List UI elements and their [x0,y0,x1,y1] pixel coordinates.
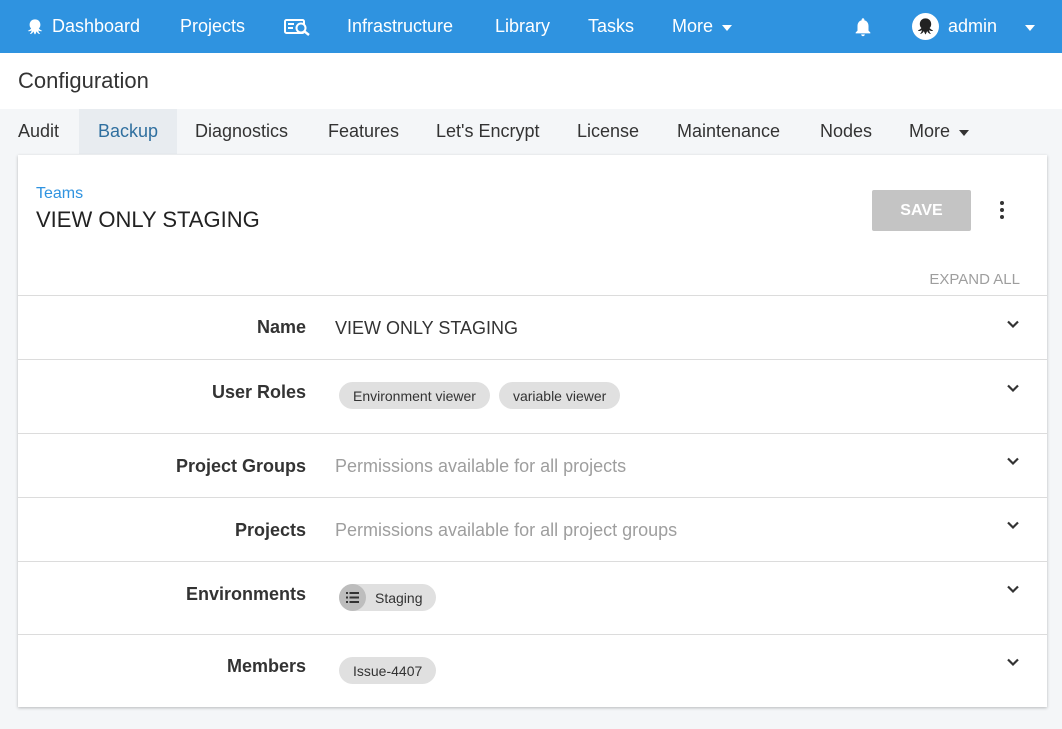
overflow-menu-icon[interactable] [992,197,1012,223]
tab-audit[interactable]: Audit [18,109,59,154]
nav-search-report[interactable] [284,0,311,53]
tab-lets-encrypt-label: Let's Encrypt [436,121,540,141]
chevron-down-icon [1025,24,1035,31]
tab-audit-label: Audit [18,121,60,141]
environment-chip: Staging [339,584,437,611]
team-card: Teams VIEW ONLY STAGING SAVE EXPAND ALL … [18,155,1047,707]
tab-license-label: License [577,121,640,141]
tab-lets-encrypt[interactable]: Let's Encrypt [436,109,539,154]
tab-features-label: Features [328,121,400,141]
user-name: admin [948,16,998,36]
chevron-down-icon[interactable] [1006,454,1020,468]
team-title: VIEW ONLY STAGING [36,207,260,232]
row-project-groups[interactable]: Project Groups Permissions available for… [18,433,1047,497]
tab-more[interactable]: More [909,109,970,154]
nav-projects-label: Projects [180,16,246,36]
row-user-roles-label: User Roles [211,382,306,402]
tab-license[interactable]: License [577,109,639,154]
user-menu-toggle[interactable] [1025,0,1035,53]
row-environments[interactable]: Environments Staging [18,561,1047,634]
notifications-button[interactable] [852,0,874,53]
caret-down-icon [722,24,733,31]
member-chip: Issue-4407 [339,657,437,684]
row-projects-label: Projects [234,520,306,540]
list-icon [339,584,366,611]
bell-icon [855,17,871,36]
expand-all-button[interactable]: EXPAND ALL [918,271,1020,288]
top-navigation-bar: Dashboard Projects Infrastructure Librar… [0,0,1062,53]
row-environments-chips: Staging [339,584,445,611]
tab-nodes[interactable]: Nodes [820,109,872,154]
page-title: Configuration [18,68,149,93]
tab-diagnostics[interactable]: Diagnostics [195,109,288,154]
row-projects-value: Permissions available for all project gr… [335,520,678,540]
row-name-label: Name [256,317,306,337]
chevron-down-icon[interactable] [1006,518,1020,532]
row-project-groups-value: Permissions available for all projects [335,456,627,476]
nav-dashboard[interactable]: Dashboard [26,0,140,53]
nav-tasks[interactable]: Tasks [588,0,634,53]
chevron-down-icon[interactable] [1006,582,1020,596]
nav-library[interactable]: Library [495,0,550,53]
save-button[interactable]: SAVE [872,190,971,231]
page-header: Configuration [0,53,1062,109]
tab-diagnostics-label: Diagnostics [195,121,289,141]
nav-infrastructure[interactable]: Infrastructure [347,0,453,53]
row-user-roles[interactable]: User Roles Environment viewer variable vi… [18,359,1047,433]
row-project-groups-label: Project Groups [175,456,306,476]
nav-tasks-label: Tasks [588,16,635,36]
row-name[interactable]: Name VIEW ONLY STAGING [18,295,1047,359]
row-user-roles-chips: Environment viewer variable viewer [339,382,629,409]
row-members-chips: Issue-4407 [339,657,445,684]
tab-nodes-label: Nodes [820,121,873,141]
tab-backup-label: Backup [97,121,159,141]
row-members[interactable]: Members Issue-4407 [18,634,1047,707]
row-environments-label: Environments [185,584,306,604]
row-projects[interactable]: Projects Permissions available for all p… [18,497,1047,561]
nav-more[interactable]: More [672,0,733,53]
row-members-label: Members [226,656,306,676]
environment-chip-label: Staging [375,589,423,606]
tab-maintenance[interactable]: Maintenance [677,109,780,154]
tab-backup[interactable]: Backup [79,109,177,154]
search-report-icon [284,19,310,36]
row-name-value: VIEW ONLY STAGING [335,318,519,338]
nav-dashboard-label: Dashboard [52,16,141,36]
nav-library-label: Library [495,16,551,36]
avatar [912,13,939,40]
tab-maintenance-label: Maintenance [677,121,781,141]
role-chip: variable viewer [498,382,621,409]
caret-down-icon [959,129,970,136]
tab-bar: Audit Backup Diagnostics Features Let's … [0,109,1062,154]
chevron-down-icon[interactable] [1006,381,1020,395]
chevron-down-icon[interactable] [1006,655,1020,669]
role-chip: Environment viewer [339,382,490,409]
breadcrumb[interactable]: Teams [36,185,83,203]
nav-more-label: More [672,16,714,36]
nav-projects[interactable]: Projects [180,0,245,53]
tab-features[interactable]: Features [328,109,399,154]
tab-more-label: More [909,121,951,141]
avatar-icon [917,18,934,35]
user-menu[interactable]: admin [912,0,997,53]
nav-infrastructure-label: Infrastructure [347,16,454,36]
octopus-icon [27,18,43,35]
chevron-down-icon[interactable] [1006,317,1020,331]
